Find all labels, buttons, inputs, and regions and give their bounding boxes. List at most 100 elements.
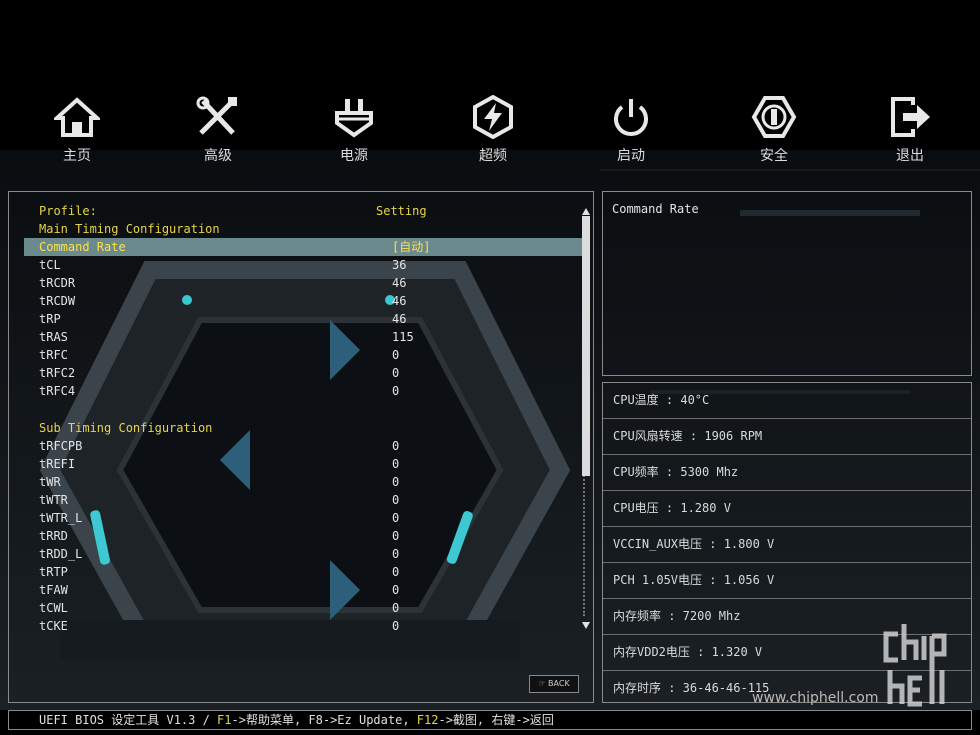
shield-icon <box>751 96 797 138</box>
setting-row-trtp[interactable]: tRTP 0 <box>24 563 586 581</box>
setting-value[interactable]: 0 <box>392 437 399 455</box>
info-pch-voltage: PCH 1.05V电压 : 1.056 V <box>603 563 971 599</box>
back-label: BACK <box>548 679 570 688</box>
nav-label: 电源 <box>340 148 368 164</box>
setting-name: tRTP <box>39 565 68 579</box>
setting-value[interactable]: 46 <box>392 274 406 292</box>
setting-row-trfc[interactable]: tRFC 0 <box>24 346 586 364</box>
setting-value[interactable]: 46 <box>392 292 406 310</box>
nav-overclock[interactable]: 超频 <box>438 95 548 165</box>
setting-row-trcdr[interactable]: tRCDR 46 <box>24 274 586 292</box>
section-sub-timing: Sub Timing Configuration <box>24 419 586 437</box>
profile-label: Profile: <box>39 204 97 218</box>
settings-panel: Profile: Setting Main Timing Configurati… <box>8 191 594 703</box>
info-vccin-aux-voltage: VCCIN_AUX电压 : 1.800 V <box>603 527 971 563</box>
info-cpu-voltage: CPU电压 : 1.280 V <box>603 491 971 527</box>
setting-row-tcwl[interactable]: tCWL 0 <box>24 599 586 617</box>
setting-row-trp[interactable]: tRP 46 <box>24 310 586 328</box>
setting-value[interactable]: 36 <box>392 256 406 274</box>
info-cpu-frequency: CPU频率 : 5300 Mhz <box>603 455 971 491</box>
setting-row-twtr-l[interactable]: tWTR_L 0 <box>24 509 586 527</box>
back-button[interactable]: ☞ BACK <box>529 675 579 693</box>
setting-name: tFAW <box>39 583 68 597</box>
nav-security[interactable]: 安全 <box>719 95 829 165</box>
setting-name: tCWL <box>39 601 68 615</box>
watermark-url: www.chiphell.com <box>752 690 879 706</box>
section-main-timing: Main Timing Configuration <box>24 220 586 238</box>
setting-value[interactable]: [自动] <box>392 238 430 256</box>
chiphell-logo <box>883 624 947 707</box>
setting-row-tcke[interactable]: tCKE 0 <box>24 617 586 635</box>
setting-value[interactable]: 0 <box>392 509 399 527</box>
setting-value[interactable]: 0 <box>392 545 399 563</box>
f1-key: F1 <box>217 713 232 727</box>
nav-label: 启动 <box>617 148 645 164</box>
setting-row-tcl[interactable]: tCL 36 <box>24 256 586 274</box>
setting-row-trfcpb[interactable]: tRFCPB 0 <box>24 437 586 455</box>
setting-name: tRFCPB <box>39 439 83 453</box>
setting-name: tRDD_L <box>39 547 83 561</box>
setting-name: tRRD <box>39 529 68 543</box>
setting-value[interactable]: 0 <box>392 581 399 599</box>
nav-home[interactable]: 主页 <box>22 95 132 165</box>
setting-name: tCL <box>39 258 61 272</box>
setting-name: tRFC <box>39 348 68 362</box>
setting-name: tREFI <box>39 457 76 471</box>
setting-row-trcdw[interactable]: tRCDW 46 <box>24 292 586 310</box>
nav-label: 主页 <box>63 148 91 164</box>
setting-value[interactable]: 0 <box>392 491 399 509</box>
power-plug-icon <box>335 99 373 138</box>
nav-label: 高级 <box>204 148 232 164</box>
setting-value[interactable]: 0 <box>392 455 399 473</box>
nav-boot[interactable]: 启动 <box>576 95 686 165</box>
setting-value[interactable]: 0 <box>392 563 399 581</box>
setting-name: tRAS <box>39 330 68 344</box>
setting-row-trfc2[interactable]: tRFC2 0 <box>24 364 586 382</box>
nav-label: 超频 <box>479 148 507 164</box>
setting-row-trefi[interactable]: tREFI 0 <box>24 455 586 473</box>
setting-name: tWTR_L <box>39 511 83 525</box>
setting-value[interactable]: 46 <box>392 310 406 328</box>
footer-help-bar: UEFI BIOS 设定工具 V1.3 / F1->帮助菜单, F8->Ez U… <box>8 710 972 730</box>
power-icon <box>614 99 648 136</box>
setting-row-tras[interactable]: tRAS 115 <box>24 328 586 346</box>
scroll-thumb[interactable] <box>582 216 590 476</box>
setting-name: tWTR <box>39 493 68 507</box>
f1-text: ->帮助菜单, F8->Ez Update, <box>231 713 417 727</box>
footer-prefix: UEFI BIOS 设定工具 V1.3 / <box>39 713 218 727</box>
setting-name: tCKE <box>39 619 68 633</box>
setting-row-twtr[interactable]: tWTR 0 <box>24 491 586 509</box>
setting-value[interactable]: 0 <box>392 599 399 617</box>
help-panel: Command Rate <box>602 191 972 376</box>
setting-value[interactable]: 0 <box>392 382 399 400</box>
setting-value[interactable]: 115 <box>392 328 414 346</box>
home-icon <box>54 97 100 137</box>
setting-row-trfc4[interactable]: tRFC4 0 <box>24 382 586 400</box>
setting-row-tfaw[interactable]: tFAW 0 <box>24 581 586 599</box>
settings-scrollbar[interactable] <box>581 202 591 632</box>
nav-exit[interactable]: 退出 <box>855 95 965 165</box>
nav-label: 安全 <box>760 148 788 164</box>
scroll-down-arrow-icon[interactable] <box>581 620 591 630</box>
setting-name: tRFC4 <box>39 384 76 398</box>
setting-row-command-rate[interactable]: Command Rate [自动] <box>24 238 586 256</box>
setting-value[interactable]: 0 <box>392 346 399 364</box>
section-title: Main Timing Configuration <box>39 222 220 236</box>
setting-value[interactable]: 0 <box>392 473 399 491</box>
setting-row-trrd[interactable]: tRRD 0 <box>24 527 586 545</box>
profile-header: Profile: Setting <box>24 202 586 220</box>
setting-value[interactable]: 0 <box>392 364 399 382</box>
setting-row-twr[interactable]: tWR 0 <box>24 473 586 491</box>
setting-name: tWR <box>39 475 61 489</box>
overclock-icon <box>473 95 513 139</box>
setting-value[interactable]: 0 <box>392 617 399 635</box>
setting-header-label: Setting <box>376 204 427 218</box>
f12-text: ->截图, 右键->返回 <box>438 713 554 727</box>
nav-advanced[interactable]: 高级 <box>163 95 273 165</box>
nav-power-supply[interactable]: 电源 <box>299 95 409 165</box>
top-navigation: 主页 高级 电源 超频 启动 安全 退出 <box>0 95 980 185</box>
setting-row-trdd-l[interactable]: tRDD_L 0 <box>24 545 586 563</box>
setting-value[interactable]: 0 <box>392 527 399 545</box>
back-arrow-icon: ☞ <box>538 679 546 688</box>
setting-name: tRCDW <box>39 294 76 308</box>
